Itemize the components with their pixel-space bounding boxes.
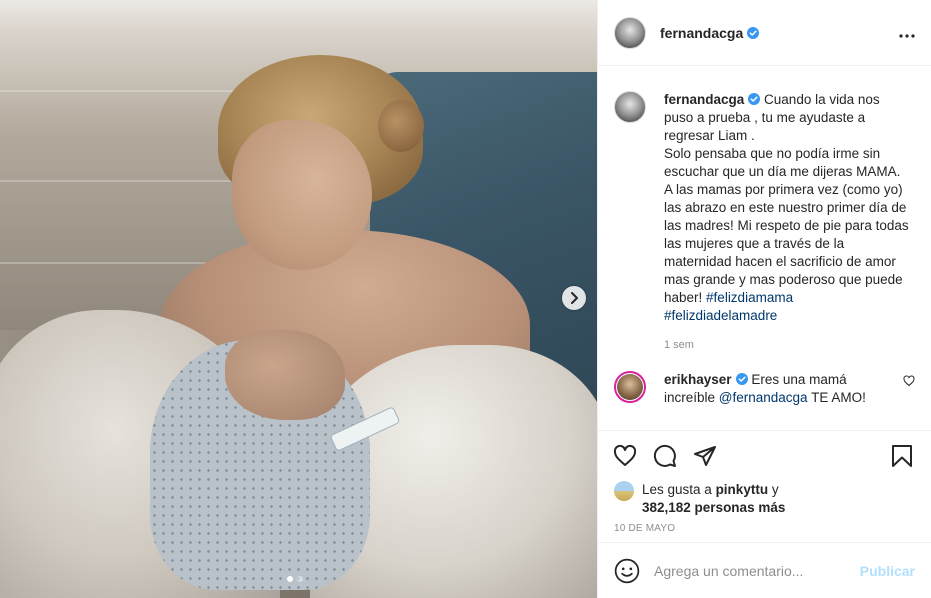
commenter-avatar[interactable] [614,371,646,403]
likes-summary: Les gusta a pinkyttu y 382,182 personas … [612,481,915,517]
comment-like-heart-icon[interactable] [903,375,915,387]
like-button[interactable] [612,443,638,469]
comment-button[interactable] [652,443,678,469]
comment-item: erikhayser Eres una mamá increíble @fern… [614,371,915,407]
wall-tile-line [0,180,260,182]
post-side-panel: fernandacga fernandacga Cuando la vida n… [597,0,931,598]
post-modal: fernandacga fernandacga Cuando la vida n… [0,0,931,598]
likes-count[interactable]: 382,182 personas más [642,500,785,515]
comment-text: erikhayser Eres una mamá increíble @fern… [664,371,879,407]
emoji-icon[interactable] [614,558,640,584]
commenter-username[interactable]: erikhayser [664,372,732,387]
mention-link[interactable]: @fernandacga [719,390,808,405]
add-comment-bar: Publicar [598,542,931,598]
comment-icon [653,444,676,467]
carousel-indicator [287,576,303,582]
likes-joiner: y [768,482,779,497]
likes-prefix: Les gusta a [642,482,716,497]
heart-icon [613,444,637,466]
chevron-right-icon [571,292,578,304]
liker-avatar[interactable] [614,481,634,501]
share-button[interactable] [692,443,718,469]
caption-text: fernandacga Cuando la vida nos puso a pr… [664,91,909,325]
post-header: fernandacga [598,0,931,66]
verified-badge-icon [747,26,760,39]
author-avatar[interactable] [614,16,646,49]
bookmark-icon [892,445,912,467]
caption-author-avatar[interactable] [614,91,646,123]
wall-tile-line [0,90,260,92]
caption-paragraph: Solo pensaba que no podía irme sin escuc… [664,146,901,179]
verified-badge-icon [748,93,761,105]
carousel-next-button[interactable] [562,286,586,310]
mother-hair-bun [378,100,424,152]
likes-text: Les gusta a pinkyttu y 382,182 personas … [642,481,785,517]
carousel-dot-active [287,576,293,582]
comment-body-end: TE AMO! [807,390,866,405]
post-date[interactable]: 10 de mayo [614,523,915,534]
hashtag-link[interactable]: #felizdiamama [706,290,793,305]
more-options-button[interactable] [899,22,915,43]
comment-input[interactable] [654,562,844,579]
mother-face [232,120,372,270]
comments-list[interactable]: fernandacga Cuando la vida nos puso a pr… [598,67,931,429]
caption-username[interactable]: fernandacga [664,92,744,107]
hashtag-link[interactable]: #felizdiadelamadre [664,308,777,323]
post-actions: Les gusta a pinkyttu y 382,182 personas … [598,430,931,534]
mother-arm [225,330,345,420]
action-icons-row [612,443,915,469]
post-photo[interactable] [0,0,597,598]
liker-username[interactable]: pinkyttu [716,482,769,497]
author-username[interactable]: fernandacga [660,25,743,41]
share-icon [694,446,716,466]
caption: fernandacga Cuando la vida nos puso a pr… [614,91,915,325]
caption-timestamp[interactable]: 1 sem [664,339,915,351]
more-horizontal-icon [899,34,915,38]
caption-paragraph: A las mamas por primera vez (como yo) la… [664,182,909,305]
publish-button[interactable]: Publicar [860,563,915,579]
verified-badge-icon [735,373,748,385]
save-button[interactable] [889,443,915,469]
carousel-dot [297,576,303,582]
